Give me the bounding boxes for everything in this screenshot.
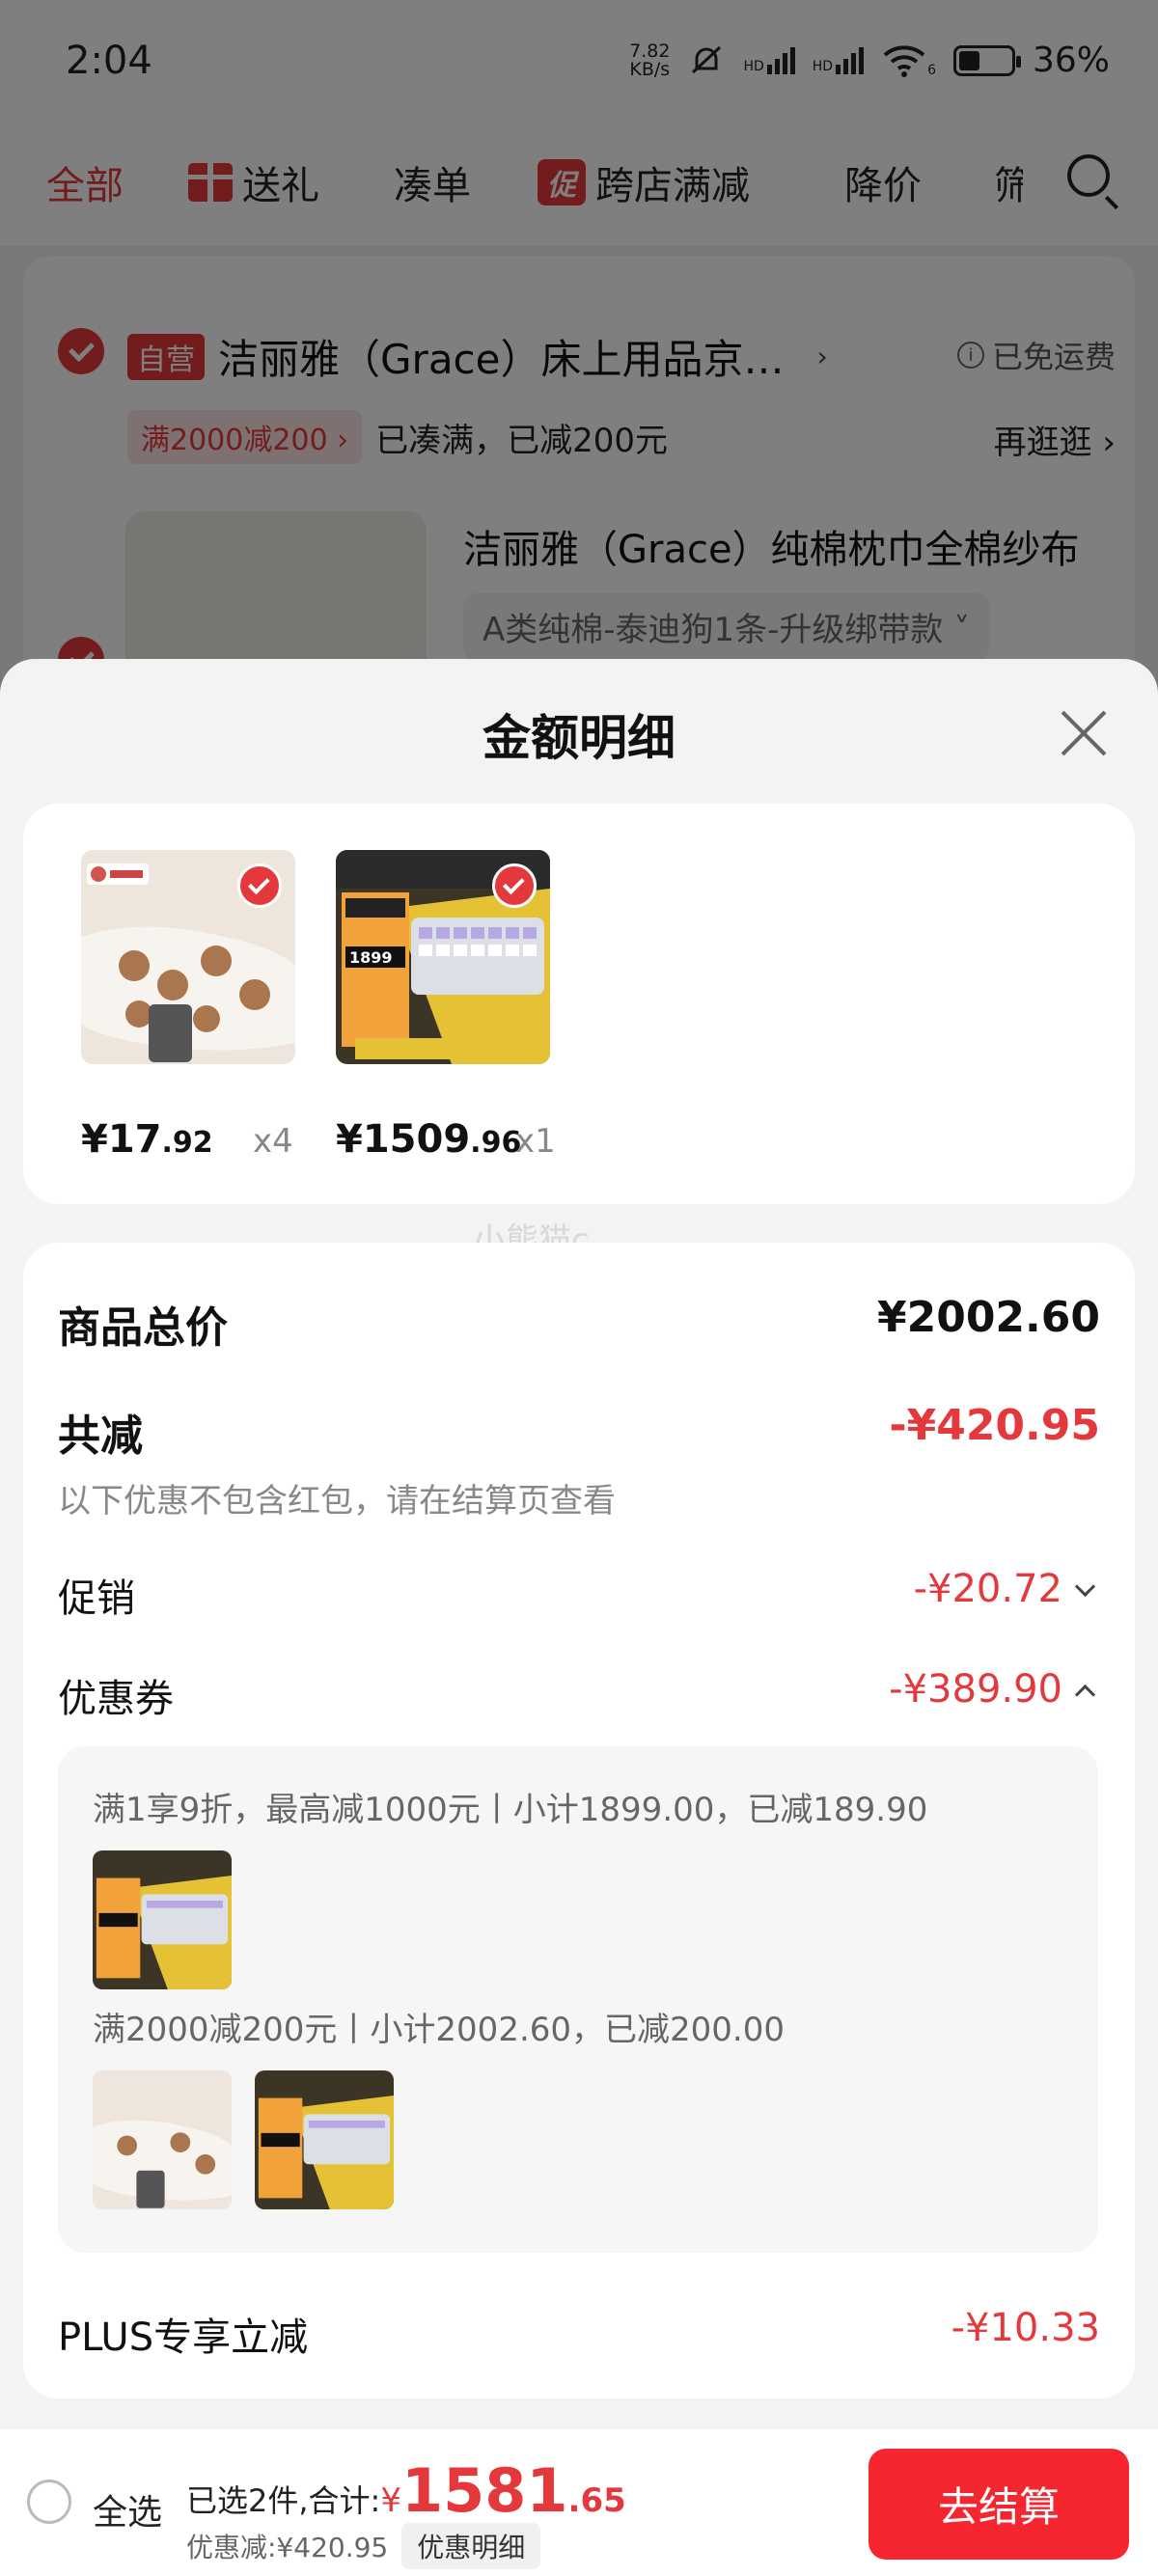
total-discount-value: -¥420.95	[889, 1401, 1100, 1450]
coupon-label: 优惠券	[58, 1677, 174, 1721]
chevron-up-icon	[1074, 1684, 1096, 1706]
discount-summary-row: 优惠减:¥420.95 优惠明细	[186, 2523, 541, 2569]
item-qty-keyboard: x1	[515, 1122, 556, 1161]
pillow-towel-image	[81, 850, 295, 1064]
total-price: ¥1581.65	[380, 2455, 626, 2526]
keyboard-image: 1899	[336, 850, 550, 1064]
item-checked-icon	[492, 863, 537, 908]
chevron-down-icon	[1074, 1576, 1096, 1598]
goods-total-value: ¥2002.60	[876, 1293, 1100, 1342]
item-pillow[interactable]	[81, 850, 295, 1064]
discount-detail-button[interactable]: 优惠明细	[401, 2523, 541, 2569]
sheet-title: 金额明细	[482, 710, 676, 766]
plus-discount-label: PLUS专享立减	[58, 2316, 309, 2360]
item-price-pillow: ¥17.92	[81, 1117, 213, 1162]
close-icon[interactable]	[1060, 709, 1108, 757]
select-all-radio[interactable]	[27, 2480, 71, 2524]
goods-total-label: 商品总价	[58, 1303, 228, 1353]
promotion-row[interactable]: -¥20.72	[914, 1567, 1096, 1611]
plus-discount-value: -¥10.33	[951, 2306, 1100, 2350]
discount-note: 以下优惠不包含红包，请在结算页查看	[58, 1482, 616, 1521]
item-qty-pillow: x4	[253, 1122, 293, 1161]
coupon-item-keyboard-image	[255, 2070, 394, 2209]
item-price-keyboard: ¥1509.96	[336, 1117, 522, 1162]
coupon-line-2: 满2000减200元丨小计2002.60，已减200.00	[93, 2011, 785, 2049]
item-checked-icon	[237, 863, 282, 908]
checkout-button[interactable]: 去结算	[868, 2449, 1129, 2560]
discount-summary: 优惠减:¥420.95	[186, 2532, 389, 2563]
coupon-item-keyboard-image	[93, 1850, 232, 1989]
coupon-details: 满1享9折，最高减1000元丨小计1899.00，已减189.90 满2000减…	[58, 1746, 1098, 2253]
coupon-row[interactable]: -¥389.90	[889, 1667, 1096, 1712]
svg-text:1899: 1899	[349, 948, 393, 967]
item-keyboard[interactable]: 1899	[336, 850, 550, 1064]
coupon-line-1: 满1享9折，最高减1000元丨小计1899.00，已减189.90	[93, 1791, 928, 1829]
total-discount-label: 共减	[58, 1411, 143, 1461]
selected-summary: 已选2件,合计:¥1581.65	[186, 2455, 626, 2526]
select-all-label[interactable]: 全选	[93, 2484, 162, 2535]
coupon-item-pillow-image	[93, 2070, 232, 2209]
selected-items-card: 1899 ¥17.92 x4 ¥1509.96 x1	[23, 804, 1135, 1204]
promotion-label: 促销	[58, 1576, 135, 1621]
